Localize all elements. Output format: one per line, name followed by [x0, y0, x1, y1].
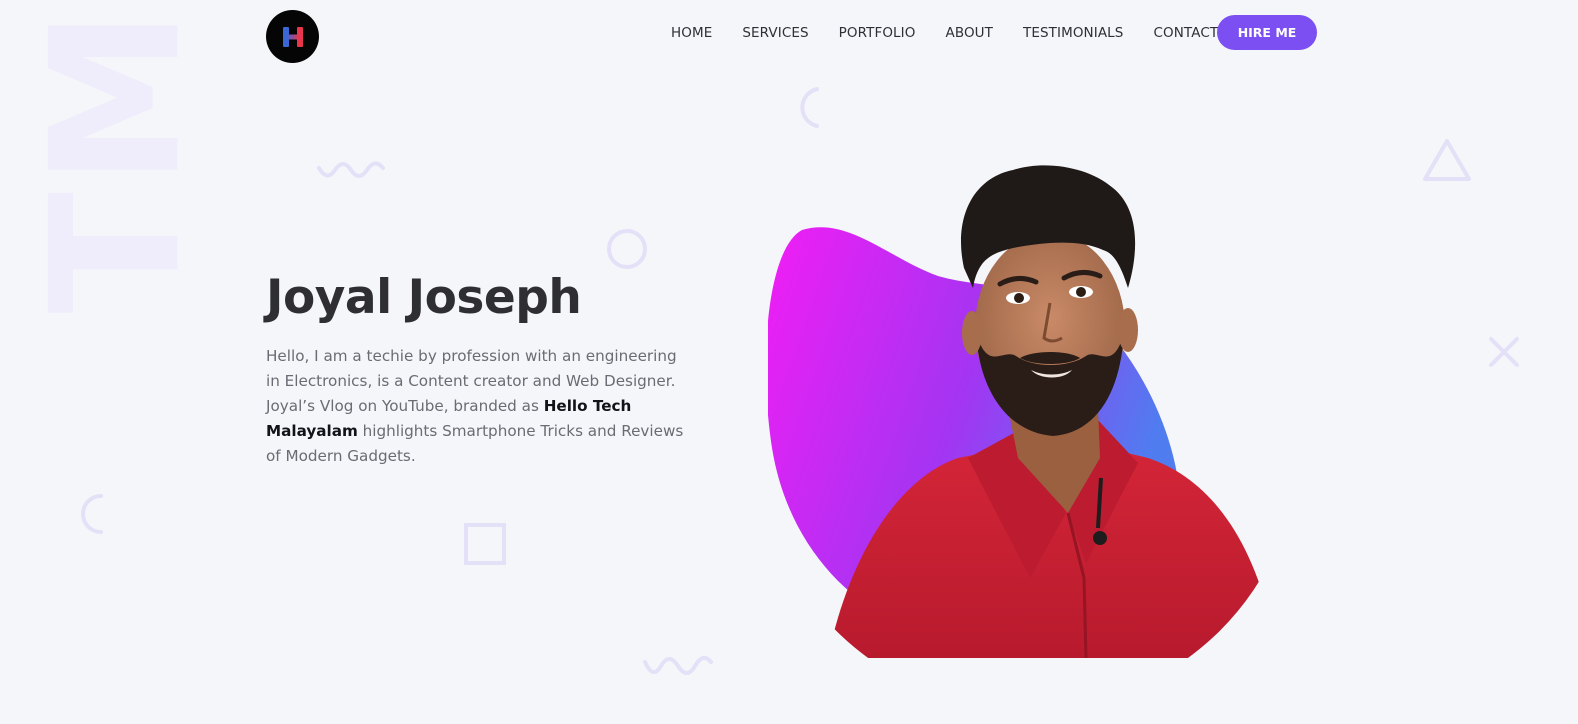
hero-description: Hello, I am a techie by profession with … [266, 344, 691, 469]
nav-services[interactable]: SERVICES [742, 24, 808, 42]
site-logo[interactable] [266, 10, 319, 63]
square-decoration [464, 523, 506, 565]
nav-contact[interactable]: CONTACT [1153, 24, 1218, 42]
nav-about[interactable]: ABOUT [946, 24, 994, 42]
watermark: HTML [46, 18, 186, 333]
main-nav: HOME SERVICES PORTFOLIO ABOUT TESTIMONIA… [671, 24, 1248, 42]
squiggle-decoration-bottom [643, 656, 713, 675]
portfolio-page: HTML [0, 0, 1578, 724]
watermark-text: HTML [46, 18, 186, 333]
arc-decoration-left [81, 494, 103, 534]
hero-name: Joyal Joseph [266, 270, 582, 325]
hero-portrait [768, 165, 1278, 658]
nav-home[interactable]: HOME [671, 24, 712, 42]
logo-h-icon [282, 26, 303, 47]
cross-decoration [1489, 337, 1519, 367]
hire-me-button[interactable]: HIRE ME [1217, 15, 1317, 50]
circle-decoration [607, 229, 647, 269]
arc-decoration-top [800, 87, 819, 128]
triangle-decoration [1423, 139, 1471, 181]
squiggle-decoration-top [317, 161, 385, 178]
nav-testimonials[interactable]: TESTIMONIALS [1023, 24, 1123, 42]
nav-portfolio[interactable]: PORTFOLIO [839, 24, 916, 42]
